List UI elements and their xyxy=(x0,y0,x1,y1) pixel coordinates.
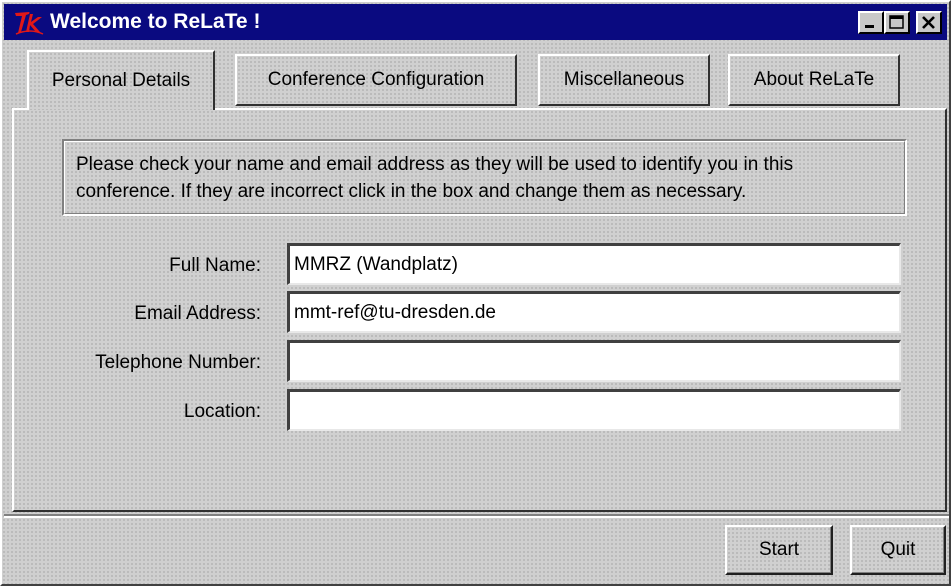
relate-welcome-window: Welcome to ReLaTe ! Personal Details Con… xyxy=(0,0,951,586)
start-button[interactable]: Start xyxy=(725,525,833,575)
location-input[interactable] xyxy=(287,389,901,431)
tab-miscellaneous-label: Miscellaneous xyxy=(563,69,685,90)
telephone-number-label: Telephone Number: xyxy=(95,352,261,373)
tab-miscellaneous[interactable]: Miscellaneous xyxy=(538,54,710,106)
email-address-input[interactable] xyxy=(287,291,901,333)
minimize-button[interactable] xyxy=(858,11,884,34)
email-address-label: Email Address: xyxy=(134,303,261,324)
telephone-number-input[interactable] xyxy=(287,340,901,382)
close-button[interactable] xyxy=(916,11,942,34)
tab-conference-configuration[interactable]: Conference Configuration xyxy=(235,54,517,106)
tab-conference-configuration-label: Conference Configuration xyxy=(267,69,485,90)
maximize-button[interactable] xyxy=(884,11,910,34)
maximize-icon xyxy=(889,15,904,29)
location-label: Location: xyxy=(183,401,261,422)
info-message-box: Please check your name and email address… xyxy=(62,139,907,216)
window-title: Welcome to ReLaTe ! xyxy=(50,10,261,33)
minimize-icon xyxy=(865,25,874,28)
full-name-label: Full Name: xyxy=(169,255,261,276)
tk-logo-icon xyxy=(15,12,44,35)
full-name-input[interactable] xyxy=(287,243,901,285)
tab-about-relate-label: About ReLaTe xyxy=(753,69,875,90)
tab-personal-details-label: Personal Details xyxy=(51,70,191,91)
quit-button[interactable]: Quit xyxy=(850,525,946,575)
tab-about-relate[interactable]: About ReLaTe xyxy=(728,54,900,106)
title-bar[interactable]: Welcome to ReLaTe ! xyxy=(4,4,947,40)
tab-personal-details[interactable]: Personal Details xyxy=(27,50,215,110)
close-icon xyxy=(922,16,935,29)
info-message: Please check your name and email address… xyxy=(64,141,905,214)
bottom-separator xyxy=(4,514,949,518)
